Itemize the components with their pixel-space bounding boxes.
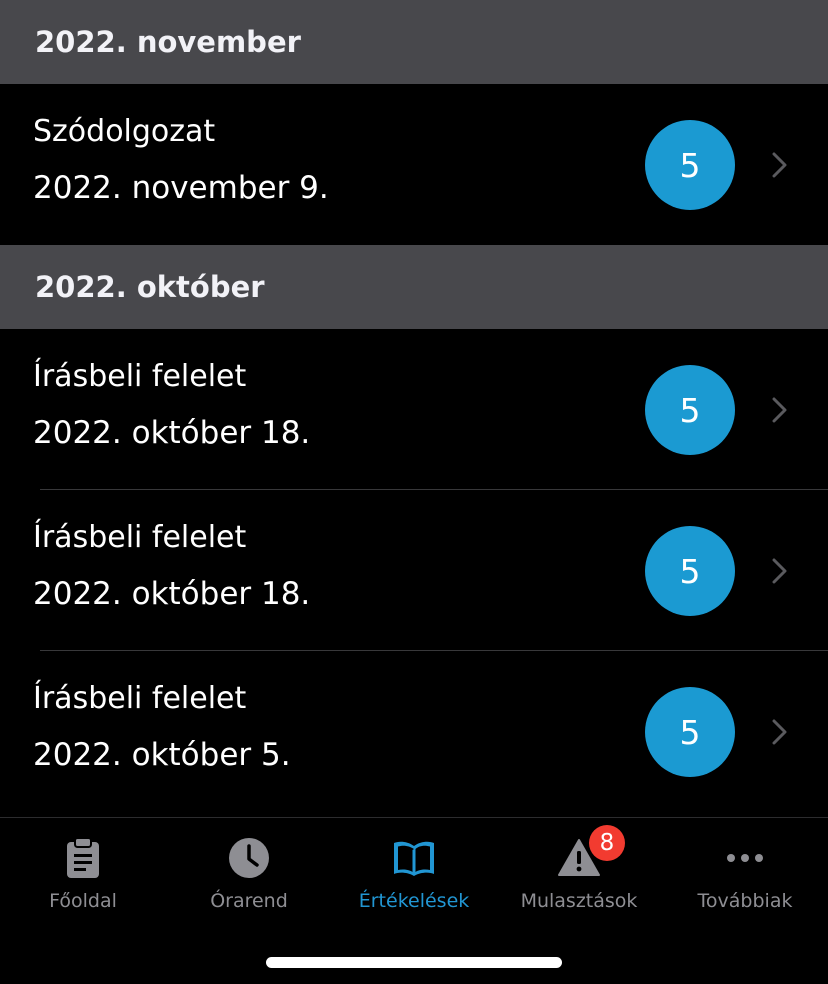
grade-row[interactable]: Szódolgozat 2022. november 9. 5	[0, 84, 828, 245]
chevron-right-icon	[772, 719, 787, 745]
tab-label: Értékelések	[358, 890, 470, 912]
chevron-right-icon	[772, 397, 787, 423]
tab-mulasztasok[interactable]: 8 Mulasztások	[496, 818, 662, 928]
chevron-right-icon	[772, 558, 787, 584]
book-icon	[394, 841, 434, 876]
grade-badge: 5	[645, 120, 735, 210]
grade-row[interactable]: Írásbeli felelet 2022. október 18. 5	[0, 490, 828, 651]
more-icon	[727, 854, 763, 862]
grade-value: 5	[679, 390, 701, 430]
tab-fooldal[interactable]: Főoldal	[0, 818, 166, 928]
grade-title: Írásbeli felelet	[33, 681, 247, 716]
grade-value: 5	[679, 551, 701, 591]
clock-icon	[229, 838, 269, 878]
tab-orarend[interactable]: Órarend	[166, 818, 332, 928]
grade-badge: 5	[645, 526, 735, 616]
grade-row[interactable]: Írásbeli felelet 2022. október 18. 5	[0, 329, 828, 490]
grades-list: 2022. november Szódolgozat 2022. novembe…	[0, 0, 828, 812]
grade-title: Szódolgozat	[33, 114, 216, 149]
tab-tovabbiak[interactable]: Továbbiak	[662, 818, 828, 928]
section-header: 2022. október	[0, 245, 828, 329]
grade-date: 2022. október 18.	[33, 576, 311, 612]
grade-date: 2022. október 18.	[33, 415, 311, 451]
grade-date: 2022. október 5.	[33, 737, 291, 773]
section-header-label: 2022. október	[35, 270, 265, 304]
grade-badge: 5	[645, 365, 735, 455]
grade-value: 5	[679, 712, 701, 752]
grade-badge: 5	[645, 687, 735, 777]
notification-badge: 8	[589, 825, 625, 861]
tab-label: Főoldal	[49, 890, 117, 912]
tab-ertekelesek[interactable]: Értékelések	[331, 818, 497, 928]
tab-label: Mulasztások	[520, 890, 638, 912]
tab-label: Órarend	[210, 890, 288, 912]
grade-row[interactable]: Írásbeli felelet 2022. október 5. 5	[0, 651, 828, 812]
tab-label: Továbbiak	[697, 890, 793, 912]
grade-date: 2022. november 9.	[33, 170, 329, 206]
section-header: 2022. november	[0, 0, 828, 84]
chevron-right-icon	[772, 152, 787, 178]
clipboard-icon	[67, 837, 99, 878]
home-indicator[interactable]	[266, 957, 562, 968]
grade-title: Írásbeli felelet	[33, 359, 247, 394]
grade-value: 5	[679, 145, 701, 185]
grade-title: Írásbeli felelet	[33, 520, 247, 555]
section-header-label: 2022. november	[35, 25, 301, 59]
